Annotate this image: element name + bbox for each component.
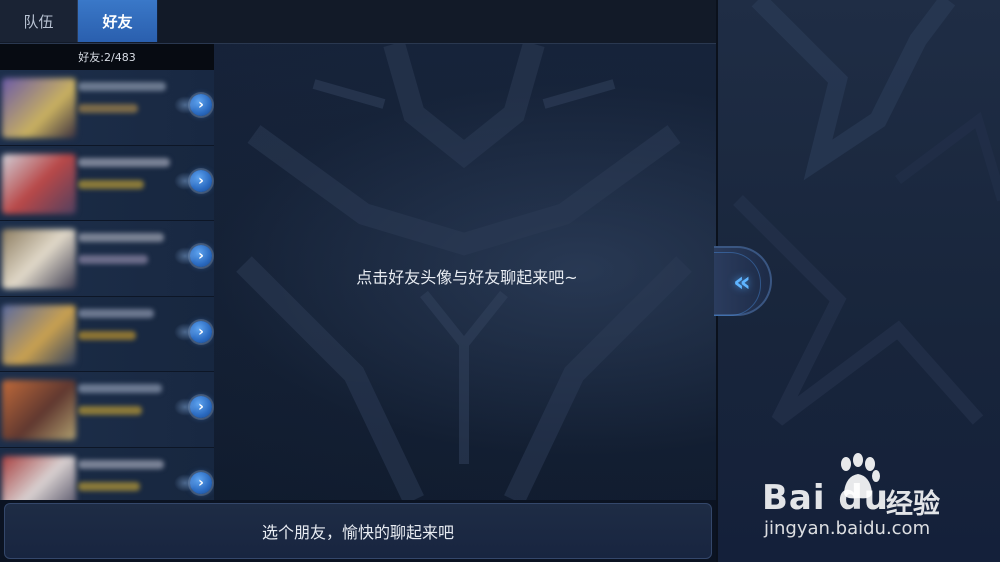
friend-status: [78, 481, 140, 491]
tab-team[interactable]: 队伍: [0, 0, 78, 42]
friend-status: [78, 104, 138, 113]
watermark-logo-cn: 经验: [886, 489, 940, 520]
friend-detail-button[interactable]: ›: [174, 396, 212, 418]
chevron-right-icon: ›: [198, 172, 204, 189]
chat-input-bar: 选个朋友，愉快的聊起来吧: [0, 500, 716, 562]
friend-detail-button[interactable]: ›: [174, 471, 212, 494]
friend-name: [78, 384, 162, 393]
chevron-right-icon: ›: [198, 474, 204, 491]
friend-detail-button[interactable]: ›: [174, 94, 212, 116]
tab-friends[interactable]: 好友: [78, 0, 158, 42]
chevron-right-icon: ›: [198, 248, 204, 264]
avatar[interactable]: [2, 78, 76, 138]
avatar[interactable]: [2, 304, 76, 365]
friend-detail-button[interactable]: ›: [174, 320, 212, 343]
friend-status: [78, 255, 148, 264]
friend-name: [78, 308, 154, 318]
tab-bar: 队伍 好友: [0, 0, 716, 44]
friend-row[interactable]: ›: [0, 372, 214, 448]
friend-row[interactable]: ›: [0, 447, 214, 500]
friend-name: [78, 459, 164, 469]
chevron-right-icon: ›: [198, 97, 204, 113]
friends-count: 好友:2/483: [0, 44, 214, 70]
watermark-url: jingyan.baidu.com: [764, 518, 931, 539]
chevron-right-icon: ›: [198, 323, 204, 340]
friend-status: [78, 179, 144, 189]
avatar[interactable]: [2, 229, 76, 289]
avatar[interactable]: [2, 455, 76, 500]
friend-name: [78, 157, 170, 167]
watermark-logo: Bai du: [762, 478, 889, 518]
chevron-right-icon: ›: [198, 399, 204, 415]
game-screen: 队伍 好友 好友:2/483 › › › › › › 点击好友头像与好友聊起来吧…: [0, 0, 1000, 562]
baidu-jingyan-watermark: Bai du 经验 jingyan.baidu.com: [762, 452, 992, 552]
avatar[interactable]: [2, 380, 76, 440]
double-chevron-left-icon: «: [732, 264, 752, 298]
friend-status: [78, 406, 142, 415]
friend-row[interactable]: ›: [0, 296, 214, 372]
friend-detail-button[interactable]: ›: [174, 169, 212, 192]
friend-status: [78, 330, 136, 340]
chat-input[interactable]: 选个朋友，愉快的聊起来吧: [4, 503, 712, 559]
friend-row[interactable]: ›: [0, 145, 214, 221]
avatar[interactable]: [2, 153, 76, 214]
friend-name: [78, 233, 164, 242]
friend-name: [78, 82, 166, 91]
friend-row[interactable]: ›: [0, 70, 214, 146]
